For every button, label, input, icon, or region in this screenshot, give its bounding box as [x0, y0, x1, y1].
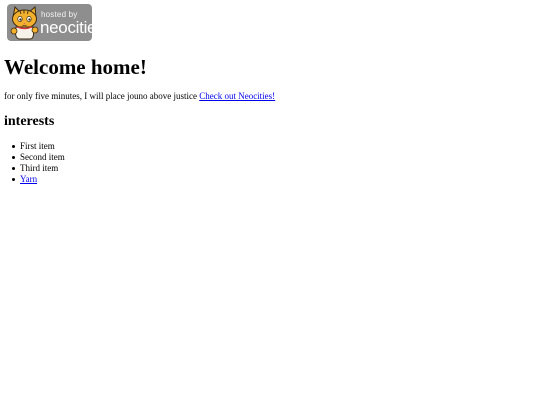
interests-list: First item Second item Third item Yarn [4, 141, 65, 185]
bullet-icon [12, 167, 15, 170]
yarn-link[interactable]: Yarn [20, 174, 37, 184]
list-item: Third item [12, 163, 65, 174]
list-item-label: First item [20, 141, 55, 151]
neocities-link[interactable]: Check out Neocities! [199, 91, 275, 101]
badge-neocities-text: neocities [40, 18, 92, 37]
page-title: Welcome home! [4, 55, 147, 79]
list-item: Yarn [12, 174, 65, 185]
bullet-icon [12, 156, 15, 159]
bullet-icon [12, 145, 15, 148]
intro-paragraph: for only five minutes, I will place joun… [4, 90, 275, 102]
list-item: First item [12, 141, 65, 152]
interests-heading: interests [4, 114, 55, 129]
neocities-badge[interactable]: hosted by neocities [7, 4, 92, 41]
list-item: Second item [12, 152, 65, 163]
neocities-cat-icon [8, 5, 42, 40]
list-item-label: Third item [20, 163, 59, 173]
list-item-label: Second item [20, 152, 65, 162]
bullet-icon [12, 178, 15, 181]
intro-text: for only five minutes, I will place joun… [4, 91, 197, 101]
